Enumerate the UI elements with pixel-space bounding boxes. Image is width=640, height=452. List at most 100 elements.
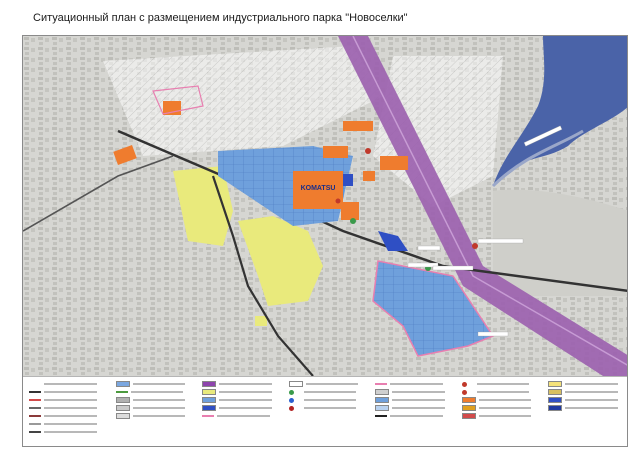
legend-text-placeholder	[392, 399, 445, 401]
legend-text-placeholder	[219, 383, 272, 385]
legend-text-placeholder	[132, 383, 186, 385]
legend-swatch	[288, 381, 303, 387]
legend-text-placeholder	[476, 391, 530, 393]
legend-swatch	[115, 397, 130, 403]
legend-item	[548, 405, 625, 411]
legend-item	[29, 429, 106, 435]
legend-swatch	[29, 415, 41, 417]
legend-swatch	[461, 381, 467, 387]
legend-item	[202, 413, 279, 419]
legend-item	[29, 389, 106, 395]
legend-swatch	[202, 389, 217, 395]
legend-item	[202, 389, 279, 395]
legend-item	[375, 405, 452, 411]
legend-item	[548, 397, 625, 403]
map-legend	[23, 376, 627, 446]
legend-text-placeholder	[44, 399, 97, 401]
legend-text-placeholder	[219, 407, 272, 409]
legend-item	[29, 413, 106, 419]
legend-item	[288, 405, 366, 411]
legend-swatch	[29, 399, 41, 401]
callout-4	[477, 331, 509, 337]
legend-swatch	[115, 405, 130, 411]
marker-red-2	[472, 243, 478, 249]
legend-item	[115, 405, 193, 411]
legend-swatch	[375, 405, 390, 411]
legend-swatch	[29, 383, 41, 385]
legend-swatch	[288, 405, 294, 411]
callout-6	[417, 245, 441, 251]
komatsu-label: KOMATSU	[301, 185, 336, 192]
legend-text-placeholder	[390, 415, 443, 417]
legend-item	[548, 381, 625, 387]
legend-text-placeholder	[44, 415, 97, 417]
legend-text-placeholder	[132, 399, 186, 401]
yellow-zone-3	[255, 316, 267, 326]
legend-item	[29, 405, 106, 411]
legend-text-placeholder	[392, 391, 445, 393]
map-frame[interactable]: KOMATSU	[22, 35, 628, 447]
legend-item	[29, 381, 106, 387]
orange-plot-ne-3	[380, 156, 408, 170]
legend-item	[375, 389, 452, 395]
page-title: Ситуационный план с размещением индустри…	[33, 12, 408, 24]
legend-text-placeholder	[478, 415, 532, 417]
legend-text-placeholder	[478, 399, 532, 401]
situation-map[interactable]: KOMATSU	[23, 36, 628, 376]
legend-text-placeholder	[305, 383, 359, 385]
legend-swatch	[548, 381, 563, 387]
legend-text-placeholder	[565, 407, 618, 409]
legend-item	[375, 413, 452, 419]
legend-swatch	[115, 391, 128, 393]
legend-item	[115, 397, 193, 403]
legend-swatch	[202, 381, 217, 387]
legend-text-placeholder	[565, 399, 618, 401]
legend-column	[461, 381, 539, 421]
legend-swatch	[115, 381, 130, 387]
legend-item	[461, 405, 539, 411]
legend-item	[115, 389, 193, 395]
legend-column	[29, 381, 106, 437]
orange-plot-center	[341, 202, 359, 220]
legend-swatch	[29, 431, 41, 433]
legend-column	[202, 381, 279, 421]
legend-swatch	[375, 397, 390, 403]
legend-item	[115, 381, 193, 387]
legend-swatch	[461, 405, 476, 411]
legend-column	[375, 381, 452, 421]
legend-swatch	[29, 391, 41, 393]
legend-column	[288, 381, 366, 413]
orange-plot-ne-1	[343, 121, 373, 131]
legend-item	[202, 397, 279, 403]
legend-swatch	[548, 397, 563, 403]
legend-item	[29, 421, 106, 427]
legend-text-placeholder	[476, 383, 530, 385]
orange-plot-center-north	[323, 146, 348, 158]
legend-text-placeholder	[44, 423, 97, 425]
callout-1	[477, 238, 524, 244]
legend-swatch	[375, 383, 388, 385]
legend-item	[375, 381, 452, 387]
legend-item	[375, 397, 452, 403]
legend-text-placeholder	[44, 431, 97, 433]
legend-swatch	[288, 389, 294, 395]
legend-text-placeholder	[44, 391, 97, 393]
legend-swatch	[548, 405, 563, 411]
legend-text-placeholder	[44, 407, 97, 409]
legend-item	[461, 389, 539, 395]
marker-red-1	[365, 148, 371, 154]
legend-text-placeholder	[390, 383, 443, 385]
legend-swatch	[202, 415, 215, 417]
legend-text-placeholder	[130, 391, 184, 393]
legend-item	[288, 389, 366, 395]
legend-swatch	[461, 413, 476, 419]
callout-3	[432, 265, 474, 271]
legend-swatch	[461, 389, 467, 395]
map-sheet: Ситуационный план с размещением индустри…	[0, 0, 640, 452]
legend-column	[115, 381, 193, 421]
orange-plot-ne-2	[363, 171, 375, 181]
legend-item	[202, 381, 279, 387]
legend-swatch	[375, 415, 388, 417]
legend-item	[461, 381, 539, 387]
legend-text-placeholder	[132, 407, 186, 409]
